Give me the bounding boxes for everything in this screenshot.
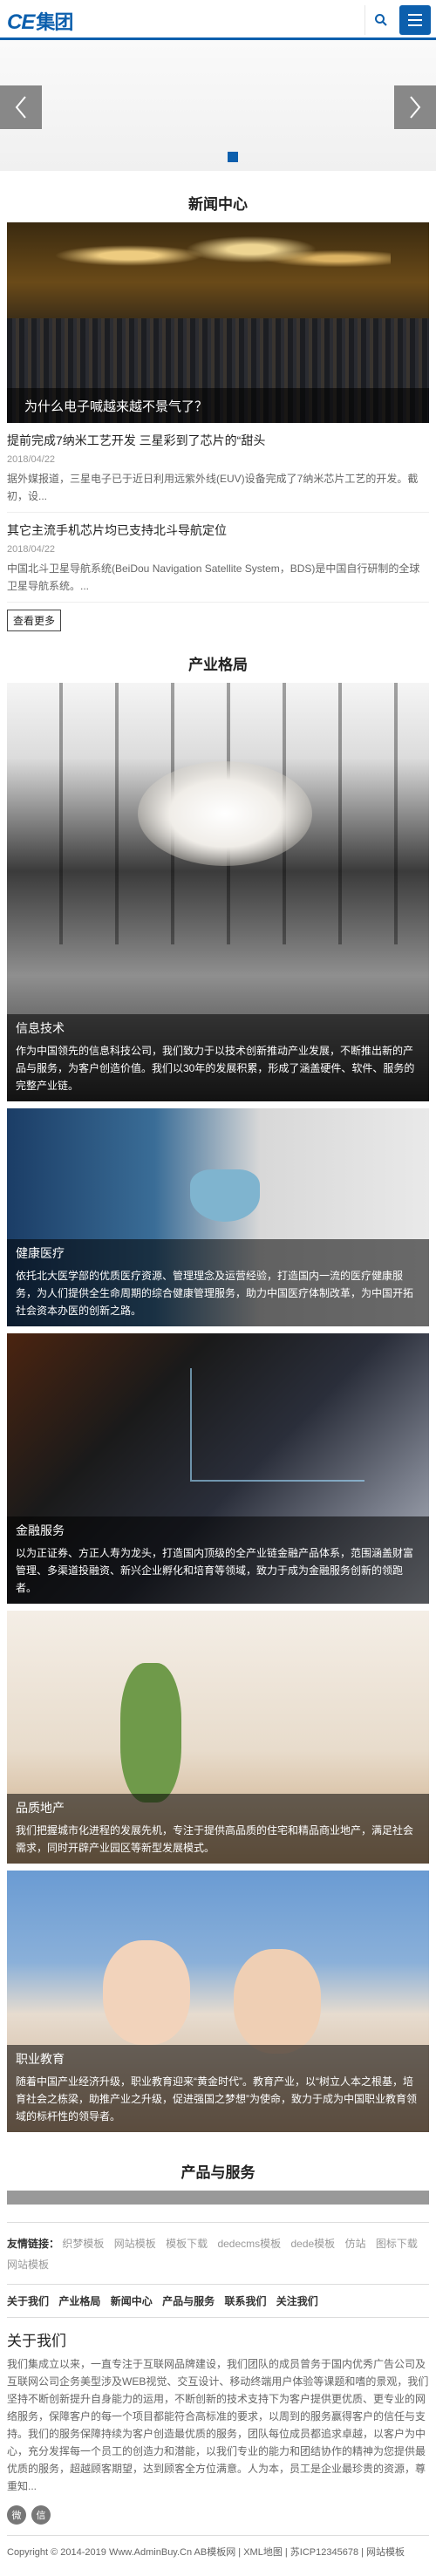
search-button[interactable] (364, 5, 396, 35)
friend-links: 友情链接： 织梦模板 网站模板 模板下载 dedecms模板 dede模板 仿站… (7, 2222, 429, 2284)
footer-nav-item[interactable]: 关于我们 (7, 2295, 49, 2307)
card-desc: 依托北大医学部的优质医疗资源、管理理念及运营经验，打造国内一流的医疗健康服务，为… (16, 1270, 414, 1317)
news-item-title[interactable]: 提前完成7纳米工艺开发 三星彩到了芯片的“甜头 (7, 432, 429, 449)
footer-nav: 关于我们 产业格局 新闻中心 产品与服务 联系我们 关注我们 (7, 2284, 429, 2317)
weibo-icon[interactable]: 微 (7, 2505, 26, 2525)
friend-link[interactable]: 网站模板 (7, 2259, 49, 2271)
industry-card-it[interactable]: 信息技术 作为中国领先的信息科技公司，我们致力于以技术创新推动产业发展，不断推出… (7, 683, 429, 1101)
news-item-date: 2018/04/22 (7, 454, 56, 465)
copyright: Copyright © 2014-2019 Www.AdminBuy.Cn AB… (7, 2535, 429, 2576)
card-title[interactable]: 健康医疗 (16, 1244, 420, 1262)
industry-section-title: 产业格局 (188, 657, 248, 673)
site-header: CE集团 (0, 0, 436, 40)
friend-links-label: 友情链接： (7, 2238, 60, 2250)
banner-next-button[interactable] (394, 85, 436, 129)
friend-link[interactable]: 图标下载 (376, 2238, 418, 2250)
chevron-right-icon (410, 96, 421, 119)
card-title[interactable]: 金融服务 (16, 1522, 420, 1539)
news-more-button[interactable]: 查看更多 (7, 610, 62, 631)
card-desc: 我们把握城市化进程的发展先机，专注于提供高品质的住宅和精品商业地产，满足社会需求… (16, 1824, 414, 1854)
card-desc: 随着中国产业经济升级，职业教育迎来“黄金时代”。教育产业，以“树立人本之根基，培… (16, 2075, 417, 2123)
news-item-title[interactable]: 其它主流手机芯片均已支持北斗导航定位 (7, 521, 429, 539)
banner-pagination-dot[interactable] (228, 152, 238, 162)
menu-button[interactable] (399, 5, 431, 35)
industry-card-education[interactable]: 职业教育 随着中国产业经济升级，职业教育迎来“黄金时代”。教育产业，以“树立人本… (7, 1871, 429, 2132)
products-section-title: 产品与服务 (181, 2164, 255, 2181)
wechat-icon[interactable]: 信 (31, 2505, 51, 2525)
friend-link[interactable]: 网站模板 (114, 2238, 156, 2250)
industry-card-finance[interactable]: 金融服务 以为正证券、方正人寿为龙头，打造国内顶级的全产业链金融产品体系，范围涵… (7, 1333, 429, 1604)
industry-card-health[interactable]: 健康医疗 依托北大医学部的优质医疗资源、管理理念及运营经验，打造国内一流的医疗健… (7, 1108, 429, 1326)
friend-link[interactable]: 仿站 (345, 2238, 366, 2250)
card-overlay: 品质地产 我们把握城市化进程的发展先机，专注于提供高品质的住宅和精品商业地产，满… (7, 1794, 429, 1864)
news-item-date: 2018/04/22 (7, 544, 56, 555)
search-icon (374, 14, 387, 26)
cloud-image (138, 761, 312, 866)
footer-nav-item[interactable]: 产品与服务 (162, 2295, 215, 2307)
about-section: 关于我们 我们集成立以来，一直专注于互联网品牌建设，我们团队的成员曾务于国内优秀… (7, 2317, 429, 2495)
news-item-desc: 据外媒报道，三星电子已于近日利用远紫外线(EUV)设备完成了7纳米芯片工艺的开发… (7, 473, 419, 502)
products-strip (7, 2191, 429, 2205)
card-desc: 以为正证券、方正人寿为龙头，打造国内顶级的全产业链金融产品体系，范围涵盖财富管理… (16, 1547, 414, 1594)
friend-link[interactable]: dede模板 (290, 2238, 335, 2250)
news-item[interactable]: 其它主流手机芯片均已支持北斗导航定位 2018/04/22 中国北斗卫星导航系统… (7, 513, 429, 603)
card-overlay: 健康医疗 依托北大医学部的优质医疗资源、管理理念及运营经验，打造国内一流的医疗健… (7, 1239, 429, 1326)
friend-link[interactable]: 织梦模板 (62, 2238, 104, 2250)
news-item[interactable]: 提前完成7纳米工艺开发 三星彩到了芯片的“甜头 2018/04/22 据外媒报道… (7, 423, 429, 513)
chevron-left-icon (15, 96, 26, 119)
card-overlay: 职业教育 随着中国产业经济升级，职业教育迎来“黄金时代”。教育产业，以“树立人本… (7, 2045, 429, 2132)
chart-image (190, 1368, 364, 1482)
logo-en: CE (7, 10, 35, 34)
social-links: 微 信 (7, 2505, 429, 2525)
card-title[interactable]: 信息技术 (16, 1019, 420, 1037)
about-text: 我们集成立以来，一直专注于互联网品牌建设，我们团队的成员曾务于国内优秀广告公司及… (7, 2358, 429, 2492)
news-item-desc: 中国北斗卫星导航系统(BeiDou Navigation Satellite S… (7, 562, 420, 592)
news-section-title: 新闻中心 (188, 196, 248, 213)
about-title: 关于我们 (7, 2333, 66, 2349)
footer-nav-item[interactable]: 关注我们 (276, 2295, 318, 2307)
footer-nav-item[interactable]: 产业格局 (58, 2295, 100, 2307)
card-overlay: 信息技术 作为中国领先的信息科技公司，我们致力于以技术创新推动产业发展，不断推出… (7, 1014, 429, 1101)
news-hero-caption[interactable]: 为什么电子喊越来越不景气了？ (7, 388, 429, 423)
friend-link[interactable]: 模板下载 (166, 2238, 208, 2250)
doctor-image (190, 1169, 260, 1222)
footer-nav-item[interactable]: 联系我们 (224, 2295, 266, 2307)
industry-card-realestate[interactable]: 品质地产 我们把握城市化进程的发展先机，专注于提供高品质的住宅和精品商业地产，满… (7, 1611, 429, 1864)
card-title[interactable]: 品质地产 (16, 1799, 420, 1816)
friend-link[interactable]: dedecms模板 (217, 2238, 281, 2250)
logo[interactable]: CE集团 (7, 7, 73, 35)
news-hero-image[interactable]: 为什么电子喊越来越不景气了？ (7, 222, 429, 423)
card-title[interactable]: 职业教育 (16, 2050, 420, 2068)
logo-cn: 集团 (36, 11, 73, 33)
footer-nav-item[interactable]: 新闻中心 (111, 2295, 153, 2307)
card-overlay: 金融服务 以为正证券、方正人寿为龙头，打造国内顶级的全产业链金融产品体系，范围涵… (7, 1516, 429, 1604)
banner-prev-button[interactable] (0, 85, 42, 129)
family-image (120, 1663, 181, 1803)
banner-slider (0, 40, 436, 171)
students-image (103, 1940, 190, 2045)
card-desc: 作为中国领先的信息科技公司，我们致力于以技术创新推动产业发展，不断推出新的产品与… (16, 1045, 415, 1092)
hamburger-icon (408, 14, 422, 16)
